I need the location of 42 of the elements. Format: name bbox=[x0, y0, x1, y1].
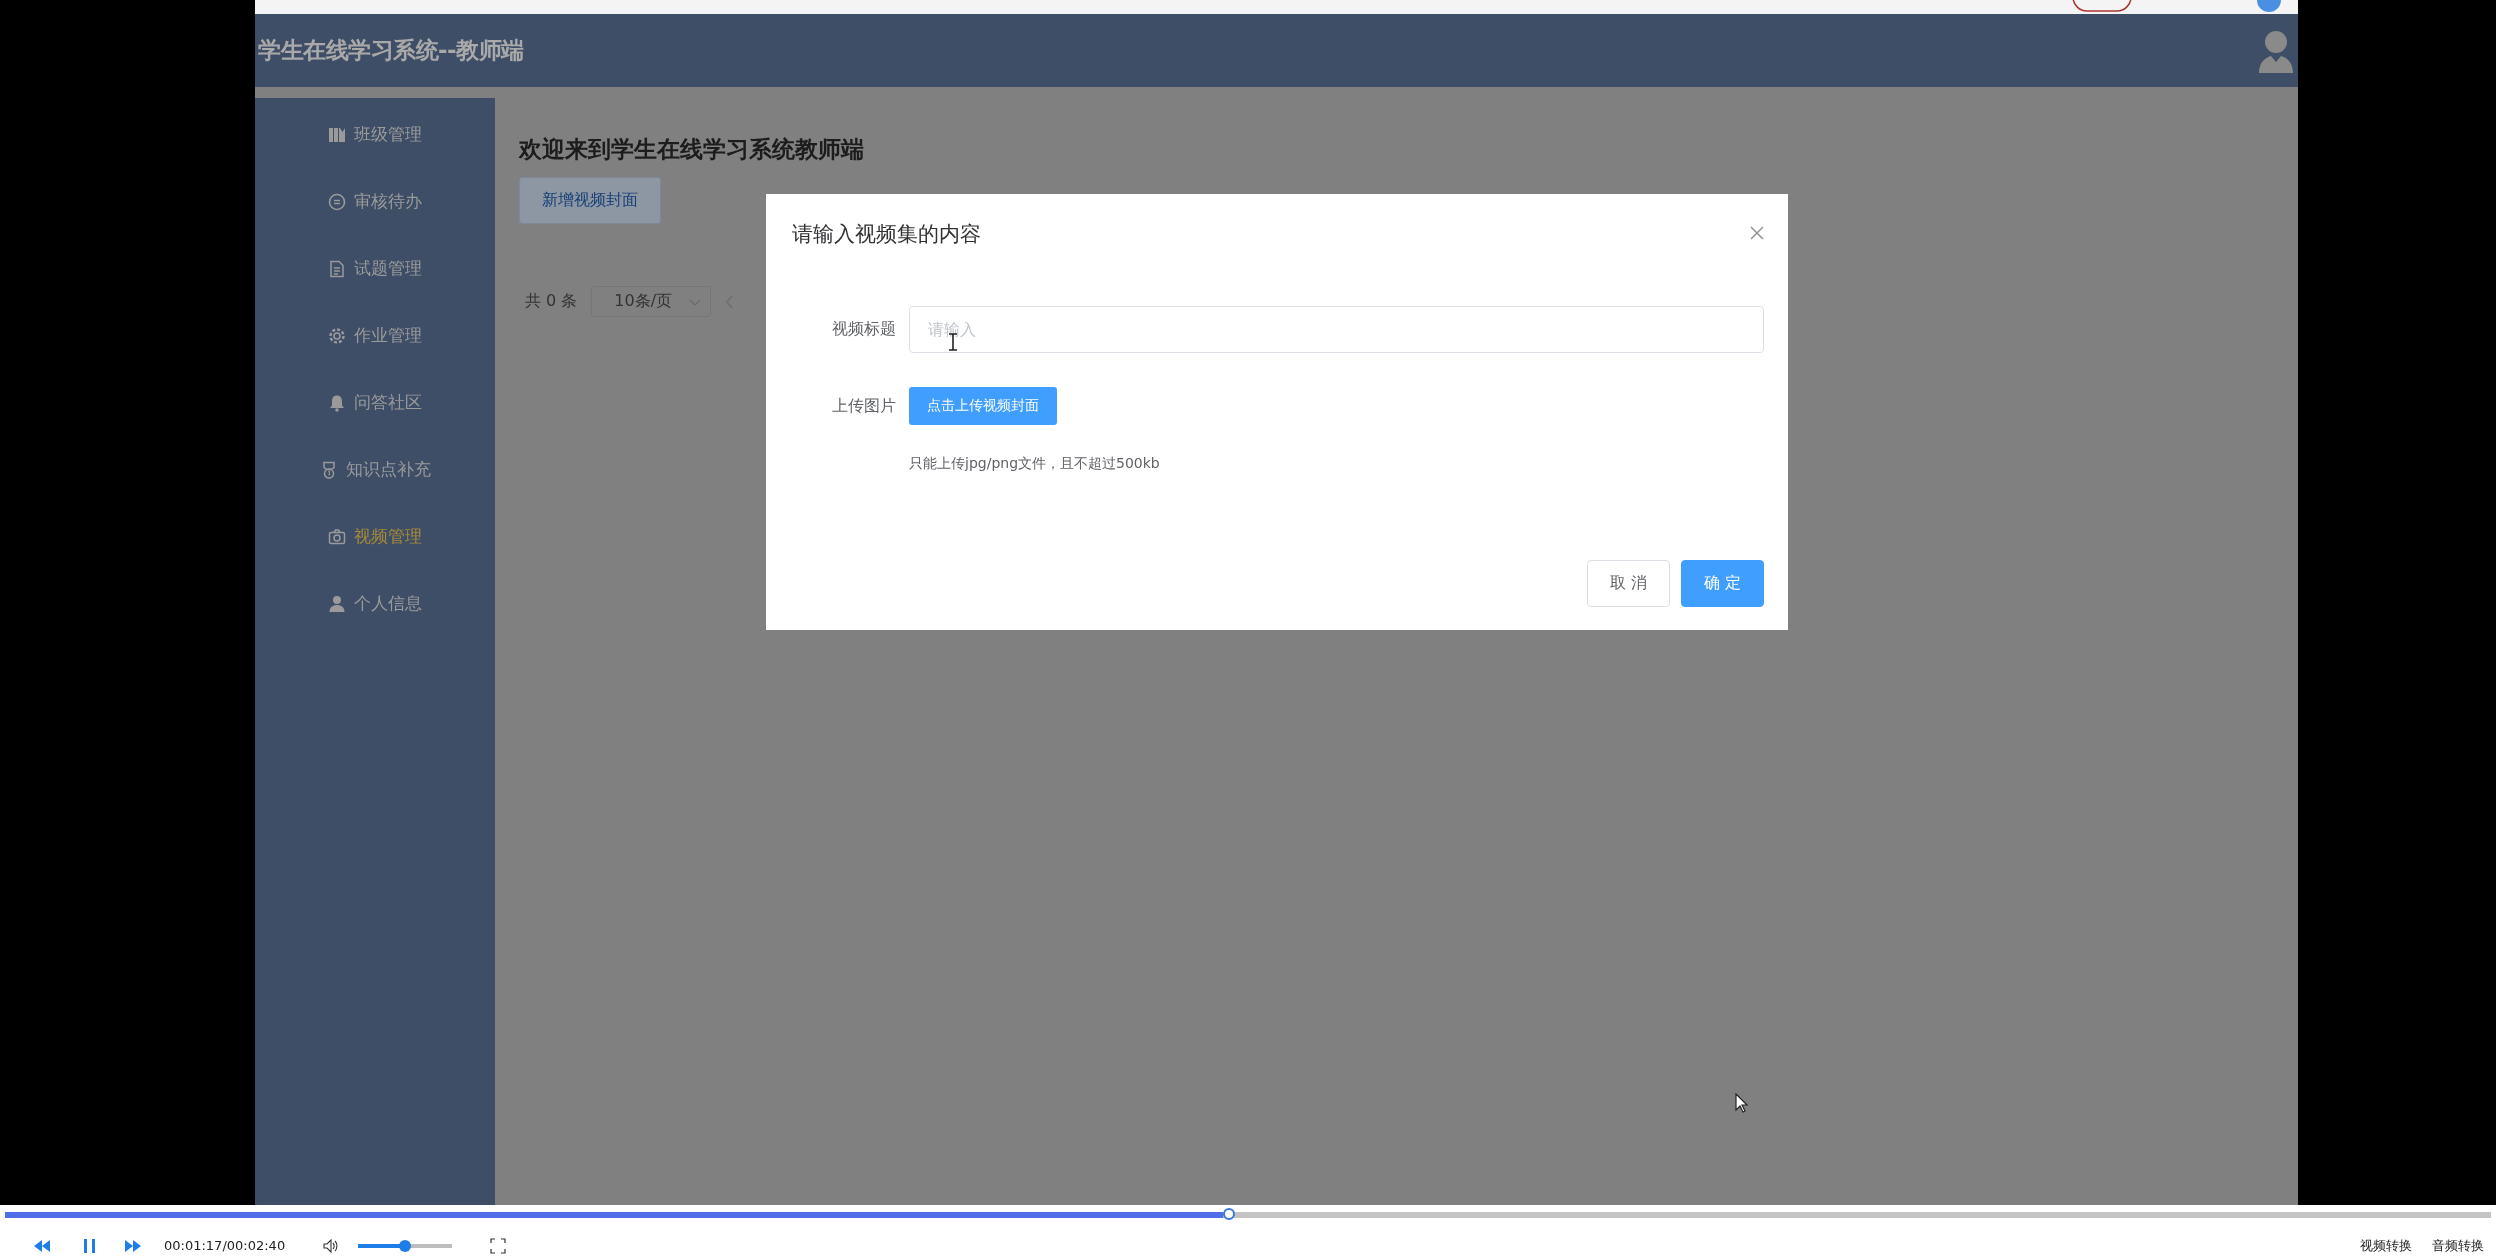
sidebar-item[interactable]: 视频管理 bbox=[255, 503, 495, 570]
fast-forward-icon[interactable] bbox=[124, 1238, 142, 1253]
rewind-icon[interactable] bbox=[33, 1238, 51, 1253]
camera-icon bbox=[328, 527, 346, 546]
volume-handle[interactable] bbox=[399, 1239, 412, 1252]
avatar-icon[interactable] bbox=[2258, 28, 2294, 73]
pause-icon[interactable] bbox=[83, 1238, 96, 1253]
progress-handle[interactable] bbox=[1223, 1208, 1236, 1220]
link[interactable]: 音频转换 bbox=[2432, 1236, 2484, 1255]
dialog-title: 请输入视频集的内容 bbox=[792, 221, 981, 248]
chat-icon bbox=[328, 192, 346, 211]
upload-button[interactable]: 点击上传视频封面 bbox=[909, 387, 1057, 425]
sidebar-item[interactable]: 班级管理 bbox=[255, 101, 495, 168]
sidebar-item[interactable]: 作业管理 bbox=[255, 302, 495, 369]
sidebar-item[interactable]: 个人信息 bbox=[255, 570, 495, 637]
title-input-field[interactable]: 请输入 bbox=[909, 306, 1764, 353]
sidebar-item[interactable]: 问答社区 bbox=[255, 369, 495, 436]
book-icon bbox=[328, 125, 346, 144]
link[interactable]: 视频转换 bbox=[2360, 1236, 2412, 1255]
add-button[interactable]: 新增视频封面 bbox=[519, 177, 661, 224]
upload-hint: 只能上传jpg/png文件，且不超过500kb bbox=[909, 455, 1161, 473]
playback-time: 00:01:17/00:02:40 bbox=[164, 1238, 286, 1254]
speaker-icon[interactable] bbox=[323, 1238, 339, 1253]
page-size-select[interactable]: 10条/页 bbox=[591, 286, 712, 317]
gear-icon bbox=[328, 326, 346, 345]
bell-icon bbox=[328, 393, 346, 412]
app-title: 学生在线学习系统--教师端 bbox=[258, 36, 524, 65]
sidebar-item[interactable]: 审核待办 bbox=[255, 168, 495, 235]
page-title: 欢迎来到学生在线学习系统教师端 bbox=[519, 135, 864, 164]
field-label: 上传图片 bbox=[831, 395, 896, 417]
round-icon[interactable] bbox=[2255, 0, 2283, 12]
sidebar-item[interactable]: 知识点补充 bbox=[255, 436, 495, 503]
pointer-cursor-icon bbox=[1735, 1093, 1749, 1113]
cancel-button[interactable]: 取 消 bbox=[1586, 560, 1670, 607]
field-label: 视频标题 bbox=[831, 319, 896, 340]
close-icon[interactable] bbox=[1750, 226, 1764, 240]
document-icon bbox=[328, 259, 346, 278]
person-icon bbox=[328, 594, 346, 613]
fullscreen-icon[interactable] bbox=[490, 1237, 507, 1254]
total-count: 共 0 条 bbox=[525, 291, 578, 312]
confirm-button[interactable]: 确 定 bbox=[1680, 560, 1764, 607]
sidebar-item[interactable]: 试题管理 bbox=[255, 235, 495, 302]
